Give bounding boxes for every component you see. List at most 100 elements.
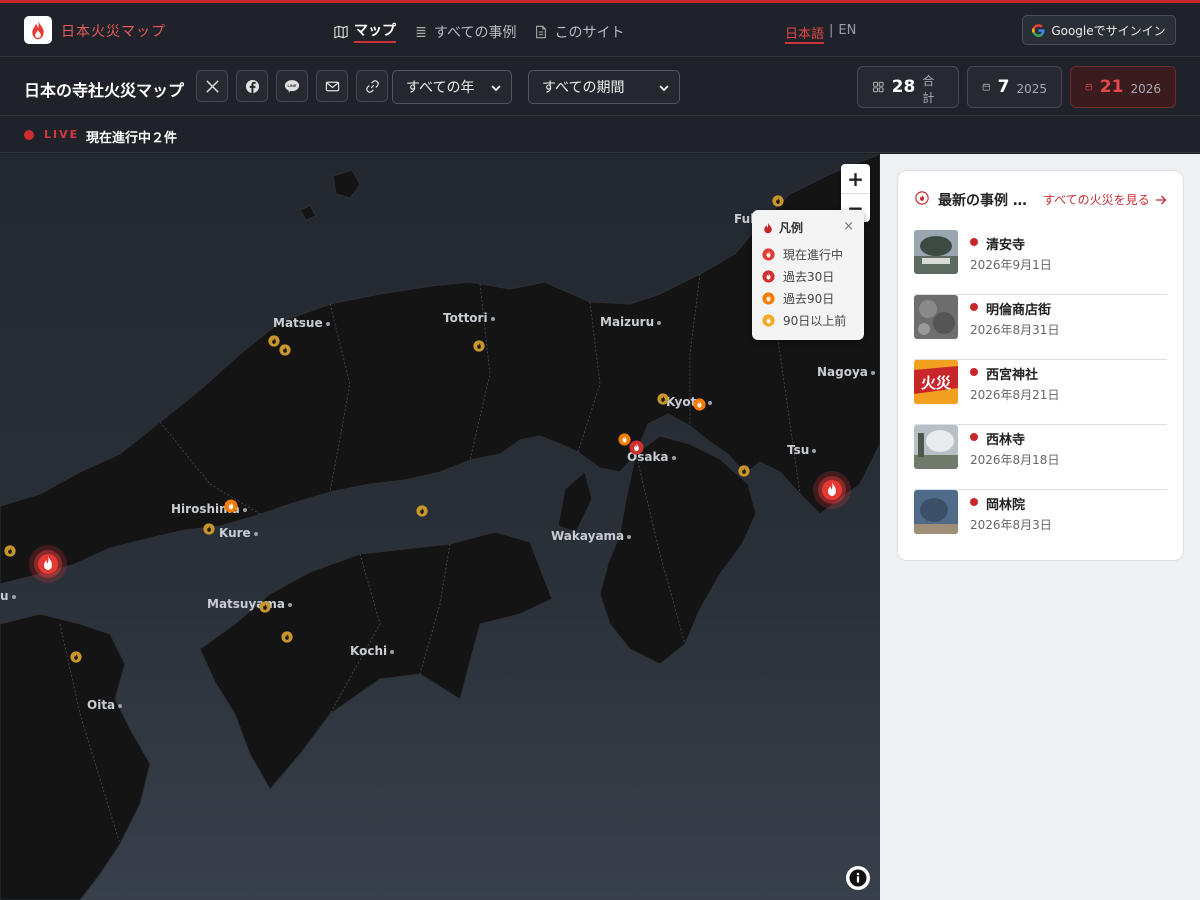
flame-icon (416, 505, 428, 517)
logo[interactable] (24, 16, 52, 44)
case-thumbnail (914, 490, 958, 534)
flame-icon (70, 651, 82, 663)
list-item[interactable]: 火災 西宮神社 2026年8月21日 (914, 360, 1167, 425)
case-thumbnail (914, 425, 958, 469)
nav-about[interactable]: このサイト (534, 20, 624, 43)
page-title: 日本の寺社火災マップ (24, 81, 185, 100)
fire-marker-older[interactable] (657, 390, 669, 409)
share-facebook-button[interactable] (236, 70, 268, 102)
flame-icon (203, 523, 215, 535)
share-x-button[interactable] (196, 70, 228, 102)
status-dot (970, 368, 978, 376)
calendar-icon (982, 83, 990, 91)
site-name[interactable]: 日本火災マップ (61, 21, 166, 41)
nav-all-cases[interactable]: すべての事例 (414, 20, 516, 43)
map-info-button[interactable] (846, 866, 870, 890)
card-title: 最新の事例 … (938, 193, 1027, 209)
calendar-icon (1085, 83, 1093, 91)
stat-2025-label: 2025 (1016, 82, 1047, 96)
fire-marker-30d[interactable] (629, 440, 644, 459)
lang-en[interactable]: EN (838, 23, 856, 44)
list-item[interactable]: 西林寺 2026年8月18日 (914, 425, 1167, 490)
list-item[interactable]: 岡林院 2026年8月3日 (914, 490, 1167, 555)
fire-marker-active[interactable] (812, 470, 852, 514)
city-label: Kochi (350, 644, 394, 658)
status-dot (970, 498, 978, 506)
flame-icon (259, 601, 271, 613)
grid-icon (873, 81, 884, 93)
fire-map[interactable]: Matsue Tottori Maizuru Kyoto Osaka Nagoy… (0, 154, 880, 900)
list-item[interactable]: 清安寺 2026年9月1日 (914, 230, 1167, 295)
case-name: 岡林院 (986, 498, 1026, 513)
lang-separator: | (829, 23, 834, 38)
fire-marker-90d[interactable] (224, 498, 238, 517)
share-email-button[interactable] (316, 70, 348, 102)
view-all-fires-link[interactable]: すべての火災を見る (1043, 191, 1167, 208)
link-icon (365, 79, 379, 93)
zoom-in-button[interactable]: + (841, 164, 870, 193)
fire-circle-icon (915, 191, 929, 205)
city-label: Oita (87, 698, 122, 712)
list-icon (416, 26, 426, 37)
nav-all-cases-label: すべての事例 (434, 24, 517, 41)
fire-marker-active[interactable] (28, 544, 68, 588)
stat-total-label: 合計 (922, 74, 935, 105)
case-name: 西宮神社 (986, 368, 1039, 383)
case-name: 明倫商店街 (986, 303, 1052, 318)
fire-marker-older[interactable] (416, 502, 428, 521)
legend-item: 90日以上前 (762, 309, 854, 331)
flame-icon (762, 269, 775, 283)
fire-marker-older[interactable] (772, 192, 784, 211)
case-thumbnail: 火災 (914, 360, 958, 404)
lang-ja[interactable]: 日本語 (785, 23, 825, 44)
flame-icon (772, 195, 784, 207)
flame-icon (657, 393, 669, 405)
share-buttons: LINE (196, 70, 388, 102)
nav-map-label: マップ (354, 20, 396, 43)
live-count-text[interactable]: 現在進行中２件 (86, 127, 177, 146)
case-date: 2026年8月21日 (970, 388, 1060, 402)
legend-title: 凡例 (779, 221, 804, 235)
flame-icon (224, 499, 238, 513)
city-label: Nagoya (817, 365, 875, 379)
fire-marker-90d[interactable] (618, 431, 631, 450)
legend-close-icon[interactable]: × (843, 219, 854, 234)
stat-2026[interactable]: 21 2026 (1070, 66, 1176, 108)
oki-islands (332, 169, 361, 199)
list-item[interactable]: 明倫商店街 2026年8月31日 (914, 295, 1167, 360)
flame-icon (693, 398, 706, 411)
google-signin-button[interactable]: Googleでサインイン (1022, 15, 1176, 45)
fire-marker-older[interactable] (281, 628, 293, 647)
photo-thumbnail (914, 230, 958, 274)
period-select-value: すべての期間 (542, 80, 625, 96)
latest-cases-card: 最新の事例 … すべての火災を見る 清安寺 2026年9月1日 明倫商店街 20… (897, 170, 1184, 561)
thumbnail-caption: 火災 (921, 374, 952, 392)
photo-thumbnail (914, 295, 958, 339)
year-select-value: すべての年 (406, 80, 475, 96)
stat-total[interactable]: 28 合計 (857, 66, 959, 108)
copy-link-button[interactable] (356, 70, 388, 102)
stat-2025[interactable]: 7 2025 (967, 66, 1062, 108)
case-date: 2026年8月3日 (970, 518, 1052, 532)
nav-map[interactable]: マップ (334, 20, 396, 43)
flame-icon (281, 631, 293, 643)
map-icon (334, 25, 348, 38)
share-line-button[interactable]: LINE (276, 70, 308, 102)
fire-marker-older[interactable] (279, 341, 291, 360)
fire-marker-older[interactable] (203, 520, 215, 539)
year-select[interactable]: すべての年 (392, 70, 512, 104)
fire-marker-90d[interactable] (693, 396, 706, 415)
fire-marker-older[interactable] (473, 337, 485, 356)
photo-thumbnail (914, 490, 958, 534)
flame-icon (813, 471, 851, 509)
period-select[interactable]: すべての期間 (528, 70, 680, 104)
fire-marker-older[interactable] (4, 542, 16, 561)
case-date: 2026年8月18日 (970, 453, 1060, 467)
fire-marker-older[interactable] (259, 598, 271, 617)
fire-marker-older[interactable] (70, 648, 82, 667)
fire-news-thumbnail: 火災 (914, 360, 958, 404)
chevron-down-icon (491, 85, 501, 92)
fire-marker-older[interactable] (738, 462, 750, 481)
flame-icon (279, 344, 291, 356)
chevron-down-icon (659, 85, 669, 92)
